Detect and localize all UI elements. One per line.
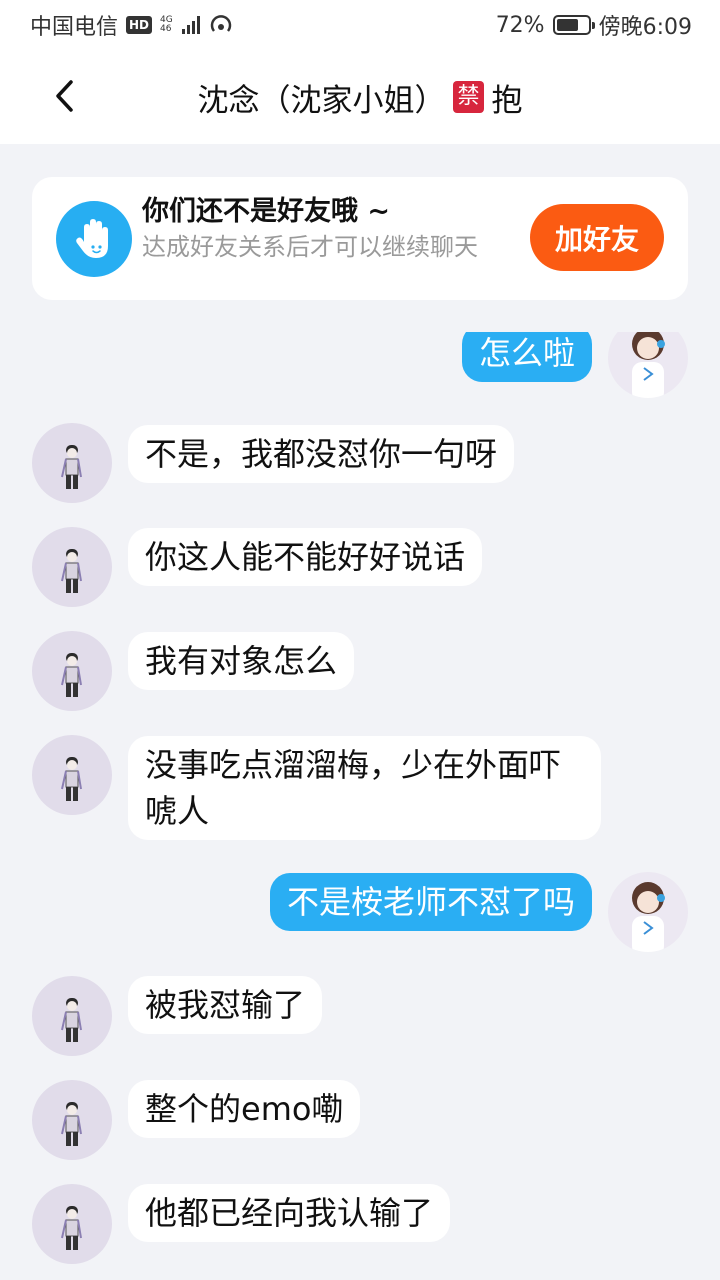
network-type-icon: 4G 46	[160, 15, 173, 34]
add-friend-button[interactable]: 加好友	[530, 204, 664, 271]
banner-description: 达成好友关系后才可以继续聊天	[142, 233, 478, 261]
clock: 傍晚6:09	[598, 15, 692, 40]
signal-icon	[181, 16, 200, 34]
contact-avatar[interactable]	[32, 1080, 112, 1160]
battery-level	[556, 19, 579, 31]
message-bubble-received[interactable]: 整个的emo嘞	[128, 1080, 361, 1138]
status-left: 中国电信 HD 4G 46	[30, 9, 234, 41]
back-button[interactable]	[44, 76, 84, 116]
hd-icon: HD	[126, 16, 153, 34]
contact-avatar[interactable]	[32, 735, 112, 815]
message-bubble-received[interactable]: 不是，我都没怼你一句呀	[128, 425, 515, 483]
contact-avatar[interactable]	[32, 1184, 112, 1264]
message-bubble-sent[interactable]: 不是桉老师不怼了吗	[269, 873, 592, 931]
self-avatar[interactable]	[608, 872, 688, 952]
chat-header: 沈念（沈家小姐） 禁 抱	[0, 50, 720, 144]
status-bar: 中国电信 HD 4G 46 72% 傍晚6:09	[0, 0, 720, 50]
contact-avatar[interactable]	[32, 976, 112, 1056]
battery-percent: 72%	[495, 12, 545, 38]
chat-title: 沈念（沈家小姐） 禁 抱	[197, 75, 523, 120]
contact-avatar[interactable]	[32, 631, 112, 711]
contact-name: 沈念（沈家小姐）	[197, 82, 446, 119]
chevron-left-icon	[56, 80, 73, 112]
message-bubble-received[interactable]: 没事吃点溜溜梅，少在外面吓唬人	[128, 736, 601, 840]
message-bubble-received[interactable]: 我有对象怎么	[128, 632, 355, 690]
battery-icon	[552, 15, 595, 35]
title-suffix: 抱	[491, 82, 523, 119]
not-friend-banner: 你们还不是好友哦 ~ 达成好友关系后才可以继续聊天 加好友	[32, 177, 688, 300]
contact-avatar[interactable]	[32, 527, 112, 607]
wave-hand-icon	[56, 201, 132, 277]
message-bubble-sent[interactable]: 怎么啦	[461, 324, 592, 382]
carrier-label: 中国电信	[30, 15, 119, 40]
banner-title: 你们还不是好友哦 ~	[142, 196, 391, 227]
scroll-clip	[0, 300, 720, 332]
contact-avatar[interactable]	[32, 423, 112, 503]
message-bubble-received[interactable]: 你这人能不能好好说话	[128, 528, 483, 586]
message-bubble-received[interactable]: 被我怼输了	[128, 976, 323, 1034]
ban-emoji-icon: 禁	[453, 81, 484, 113]
status-right: 72% 傍晚6:09	[496, 9, 692, 41]
hotspot-icon	[210, 15, 231, 32]
message-bubble-received[interactable]: 他都已经向我认输了	[128, 1184, 451, 1242]
